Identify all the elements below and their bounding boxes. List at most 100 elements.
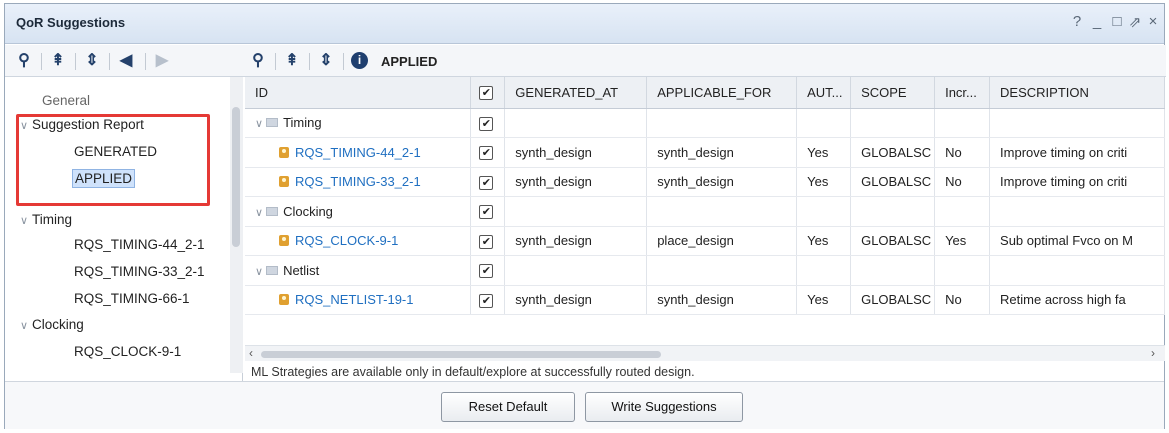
qor-suggestions-window: QoR Suggestions ? _ □ ⇗ × ⚲ ⇞ ⇕ ◀ ▶ ⚲ ⇞ … [4, 3, 1166, 429]
chevron-down-icon[interactable]: ∨ [20, 214, 28, 227]
tree-item-rqs-timing-44[interactable]: RQS_TIMING-44_2-1 [74, 237, 205, 252]
tree-item-clocking[interactable]: Clocking [32, 317, 84, 332]
maximize-icon[interactable]: □ [1109, 13, 1125, 30]
tree-item-general[interactable]: General [42, 93, 90, 108]
table-header: ID ✔ GENERATED_AT APPLICABLE_FOR AUT... … [245, 77, 1165, 109]
incr: No [934, 137, 991, 168]
reset-default-button[interactable]: Reset Default [441, 392, 575, 422]
checkbox-icon[interactable]: ✔ [479, 293, 494, 308]
scroll-left-icon[interactable]: ‹ [249, 346, 253, 360]
checkbox-icon[interactable]: ✔ [479, 205, 494, 220]
scope: GLOBALSC [850, 285, 936, 315]
search-icon[interactable]: ⚲ [15, 52, 33, 70]
search-icon[interactable]: ⚲ [249, 52, 267, 70]
ml-strategies-note: ML Strategies are available only in defa… [251, 365, 695, 379]
suggestion-icon [279, 176, 289, 188]
button-bar: Reset Default Write Suggestions [5, 381, 1164, 429]
description: Improve timing on criti [989, 137, 1165, 168]
table-horizontal-scrollbar[interactable]: ‹ › [245, 345, 1165, 361]
suggestion-id-link[interactable]: RQS_TIMING-33_2-1 [295, 174, 421, 189]
help-icon[interactable]: ? [1069, 13, 1085, 30]
column-header-checkbox[interactable]: ✔ [470, 77, 506, 109]
generated-at: synth_design [504, 167, 648, 197]
group-label: Netlist [283, 262, 320, 278]
suggestion-id-link[interactable]: RQS_CLOCK-9-1 [295, 233, 398, 248]
suggestion-id-link[interactable]: RQS_NETLIST-19-1 [295, 292, 414, 307]
tree-vertical-scrollbar[interactable] [230, 77, 243, 373]
expand-all-icon[interactable]: ⇕ [83, 52, 101, 70]
incr: Yes [934, 226, 991, 256]
table-row[interactable]: RQS_TIMING-44_2-1 ✔ synth_design synth_d… [245, 137, 1165, 168]
minimize-icon[interactable]: _ [1089, 13, 1105, 30]
checkbox-icon[interactable]: ✔ [479, 116, 494, 131]
close-icon[interactable]: × [1145, 13, 1161, 30]
forward-arrow-icon[interactable]: ▶ [153, 52, 171, 70]
generated-at: synth_design [504, 226, 648, 256]
scope: GLOBALSC [850, 226, 936, 256]
chevron-down-icon[interactable]: ∨ [255, 266, 263, 278]
auto: Yes [796, 226, 852, 256]
column-header[interactable]: DESCRIPTION [989, 77, 1165, 109]
group-label: Timing [283, 115, 322, 131]
suggestion-table-panel: ID ✔ GENERATED_AT APPLICABLE_FOR AUT... … [245, 77, 1165, 403]
applied-label: APPLIED [381, 54, 438, 69]
column-header[interactable]: APPLICABLE_FOR [646, 77, 798, 109]
column-header[interactable]: AUT... [796, 77, 852, 109]
column-header[interactable]: GENERATED_AT [504, 77, 648, 109]
incr: No [934, 285, 991, 315]
tree-item-rqs-timing-66[interactable]: RQS_TIMING-66-1 [74, 291, 190, 306]
generated-at: synth_design [504, 137, 648, 168]
table-row-group[interactable]: ∨ Timing ✔ [245, 108, 1165, 138]
write-suggestions-button[interactable]: Write Suggestions [585, 392, 743, 422]
auto: Yes [796, 167, 852, 197]
left-toolbar: ⚲ ⇞ ⇕ ◀ ▶ [5, 45, 241, 77]
chevron-down-icon[interactable]: ∨ [20, 319, 28, 332]
float-icon[interactable]: ⇗ [1127, 13, 1143, 31]
checkbox-icon[interactable]: ✔ [479, 234, 494, 249]
auto: Yes [796, 285, 852, 315]
chevron-down-icon[interactable]: ∨ [255, 207, 263, 219]
window-title: QoR Suggestions [16, 15, 126, 30]
scope: GLOBALSC [850, 167, 936, 197]
group-label: Clocking [283, 203, 333, 219]
suggestion-icon [279, 146, 289, 158]
table-row[interactable]: RQS_CLOCK-9-1 ✔ synth_design place_desig… [245, 226, 1165, 256]
checkbox-icon[interactable]: ✔ [479, 175, 494, 190]
suggestion-icon [279, 294, 289, 306]
checkbox-icon[interactable]: ✔ [479, 146, 494, 161]
suggestion-icon [279, 235, 289, 247]
column-header[interactable]: Incr... [934, 77, 991, 109]
collapse-all-icon[interactable]: ⇞ [49, 52, 67, 70]
chevron-down-icon[interactable]: ∨ [255, 118, 263, 130]
back-arrow-icon[interactable]: ◀ [117, 52, 135, 70]
title-bar: QoR Suggestions ? _ □ ⇗ × [5, 4, 1164, 44]
tree-item-rqs-timing-33[interactable]: RQS_TIMING-33_2-1 [74, 264, 205, 279]
checkbox-icon[interactable]: ✔ [479, 264, 494, 279]
auto: Yes [796, 137, 852, 168]
info-icon[interactable]: i [351, 52, 368, 69]
description: Sub optimal Fvco on M [989, 226, 1165, 256]
column-header[interactable]: ID [245, 77, 472, 109]
tree-item-timing[interactable]: Timing [32, 212, 72, 227]
scroll-right-icon[interactable]: › [1151, 346, 1155, 360]
table-row-group[interactable]: ∨ Clocking ✔ [245, 196, 1165, 227]
collapse-all-icon[interactable]: ⇞ [283, 52, 301, 70]
generated-at: synth_design [504, 285, 648, 315]
scope: GLOBALSC [850, 137, 936, 168]
table-row[interactable]: RQS_NETLIST-19-1 ✔ synth_design synth_de… [245, 285, 1165, 315]
tree-item-rqs-clock-9[interactable]: RQS_CLOCK-9-1 [74, 344, 181, 359]
table-row-group[interactable]: ∨ Netlist ✔ [245, 255, 1165, 286]
highlight-box [16, 114, 210, 206]
column-header[interactable]: SCOPE [850, 77, 936, 109]
description: Retime across high fa [989, 285, 1165, 315]
suggestion-table: ID ✔ GENERATED_AT APPLICABLE_FOR AUT... … [245, 77, 1165, 315]
expand-all-icon[interactable]: ⇕ [317, 52, 335, 70]
suggestion-id-link[interactable]: RQS_TIMING-44_2-1 [295, 145, 421, 160]
incr: No [934, 167, 991, 197]
folder-icon [266, 265, 279, 275]
applicable-for: synth_design [646, 167, 798, 197]
table-row[interactable]: RQS_TIMING-33_2-1 ✔ synth_design synth_d… [245, 167, 1165, 197]
checkbox-icon[interactable]: ✔ [479, 86, 494, 101]
applicable-for: synth_design [646, 137, 798, 168]
folder-icon [266, 206, 279, 216]
